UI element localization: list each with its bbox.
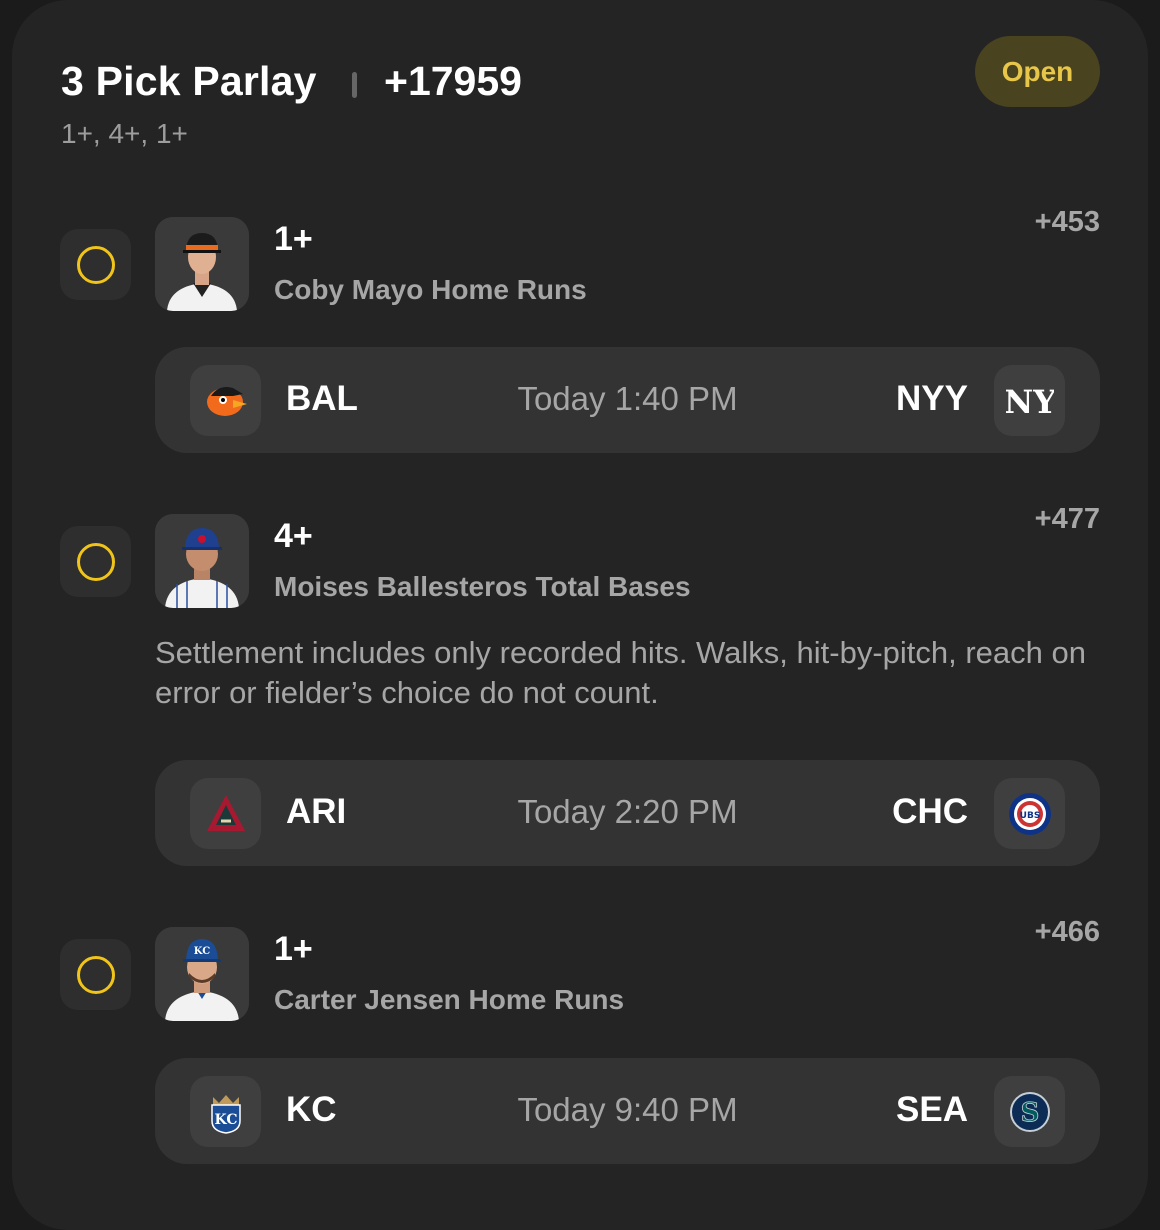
home-team: NYY — [896, 379, 968, 418]
parlay-lines-summary: 1+, 4+, 1+ — [61, 118, 188, 149]
settlement-note: Settlement includes only recorded hits. … — [155, 635, 1086, 710]
yankees-logo-icon: NY — [994, 365, 1065, 436]
leg-status-pending-icon — [60, 526, 131, 597]
leg-odds: +477 — [1034, 503, 1100, 535]
leg-line: 1+ — [274, 220, 313, 258]
parlay-title: 3 Pick Parlay — [61, 58, 317, 104]
leg-market: Carter Jensen Home Runs — [274, 984, 625, 1015]
player-headshot: KC — [155, 927, 249, 1021]
home-team: CHC — [892, 792, 968, 831]
leg-status-pending-icon — [60, 939, 131, 1010]
home-team: SEA — [896, 1090, 968, 1129]
game-row[interactable]: ARI Today 2:20 PM CHC UBS — [155, 760, 1100, 866]
leg-status-pending-icon — [60, 229, 131, 300]
leg-odds: +453 — [1034, 206, 1100, 238]
player-headshot — [155, 514, 249, 608]
player-headshot — [155, 217, 249, 311]
cubs-logo-icon: UBS — [994, 778, 1065, 849]
game-row[interactable]: KC KC Today 9:40 PM SEA S — [155, 1058, 1100, 1164]
svg-text:KC: KC — [194, 946, 210, 957]
svg-text:UBS: UBS — [1019, 811, 1040, 821]
parlay-odds: +17959 — [384, 58, 522, 104]
leg-market: Coby Mayo Home Runs — [274, 274, 587, 305]
leg-odds: +466 — [1034, 916, 1100, 948]
parlay-card — [12, 0, 1148, 1230]
mariners-logo-icon: S — [994, 1076, 1065, 1147]
leg-line: 1+ — [274, 930, 313, 968]
title-divider — [352, 72, 357, 98]
svg-text:S: S — [1020, 1098, 1039, 1128]
leg-market: Moises Ballesteros Total Bases — [274, 571, 691, 602]
status-badge: Open — [975, 36, 1100, 107]
svg-text:NY: NY — [1006, 383, 1054, 421]
leg-line: 4+ — [274, 517, 313, 555]
game-row[interactable]: BAL Today 1:40 PM NYY NY — [155, 347, 1100, 453]
